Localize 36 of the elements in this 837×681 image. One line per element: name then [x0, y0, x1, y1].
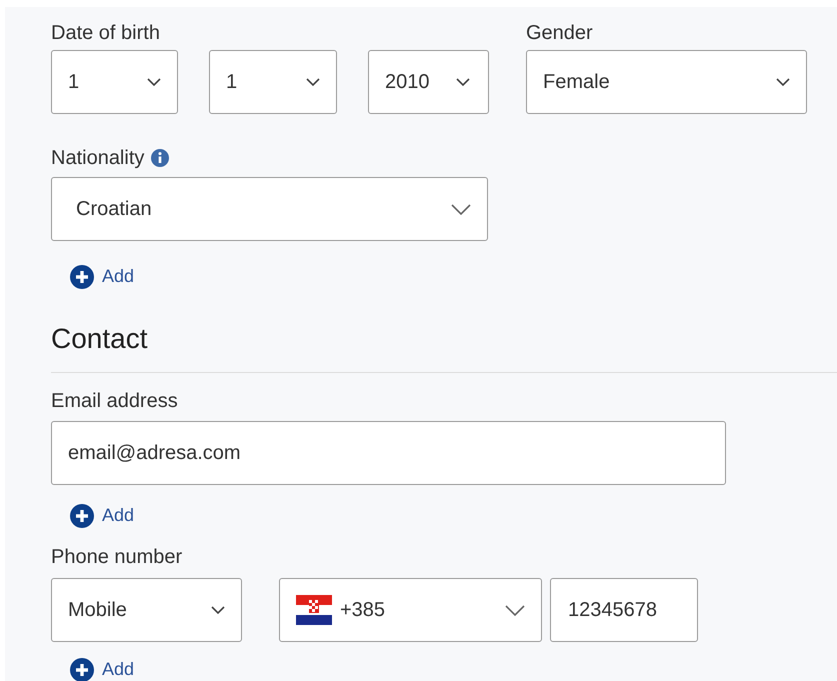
- field-label: Email address: [51, 389, 178, 414]
- field-label: Phone number: [51, 545, 182, 570]
- select-value: 2010: [385, 70, 430, 95]
- plus-circle-icon: [70, 504, 94, 528]
- field-label: Date of birth: [51, 21, 160, 46]
- select-value: Female: [543, 70, 611, 95]
- chevron-down-icon: [776, 78, 790, 86]
- section-heading: Contact: [51, 322, 148, 356]
- select-field[interactable]: Croatian: [51, 177, 488, 241]
- chevron-down-icon: [147, 78, 161, 86]
- select-field[interactable]: Mobile: [51, 578, 242, 642]
- plus-circle-icon: [70, 264, 94, 288]
- chevron-down-icon: [211, 606, 225, 614]
- select-field[interactable]: +385: [279, 578, 542, 642]
- email-field[interactable]: email@adresa.com: [51, 421, 726, 485]
- phone-number-field[interactable]: 12345678: [550, 578, 698, 642]
- add-link[interactable]: Add: [70, 263, 134, 290]
- select-value: 1: [226, 70, 238, 95]
- select-value: Croatian: [76, 197, 153, 222]
- select-value: 1: [68, 70, 80, 95]
- chevron-down-icon: [505, 604, 525, 616]
- info-icon: [150, 148, 170, 168]
- select-value: +385: [340, 598, 386, 623]
- select-field[interactable]: 1: [51, 50, 178, 114]
- add-link[interactable]: Add: [70, 656, 134, 681]
- select-value: Mobile: [68, 598, 128, 623]
- select-field[interactable]: 2010: [368, 50, 489, 114]
- select-field[interactable]: Female: [526, 50, 807, 114]
- flag-icon: [296, 595, 332, 625]
- chevron-down-icon: [456, 78, 470, 86]
- select-field[interactable]: 1: [209, 50, 337, 114]
- field-label: Nationality: [51, 146, 144, 171]
- chevron-down-icon: [451, 204, 471, 214]
- chevron-down-icon: [306, 78, 320, 86]
- field-label: Gender: [526, 21, 593, 46]
- add-link[interactable]: Add: [70, 502, 134, 529]
